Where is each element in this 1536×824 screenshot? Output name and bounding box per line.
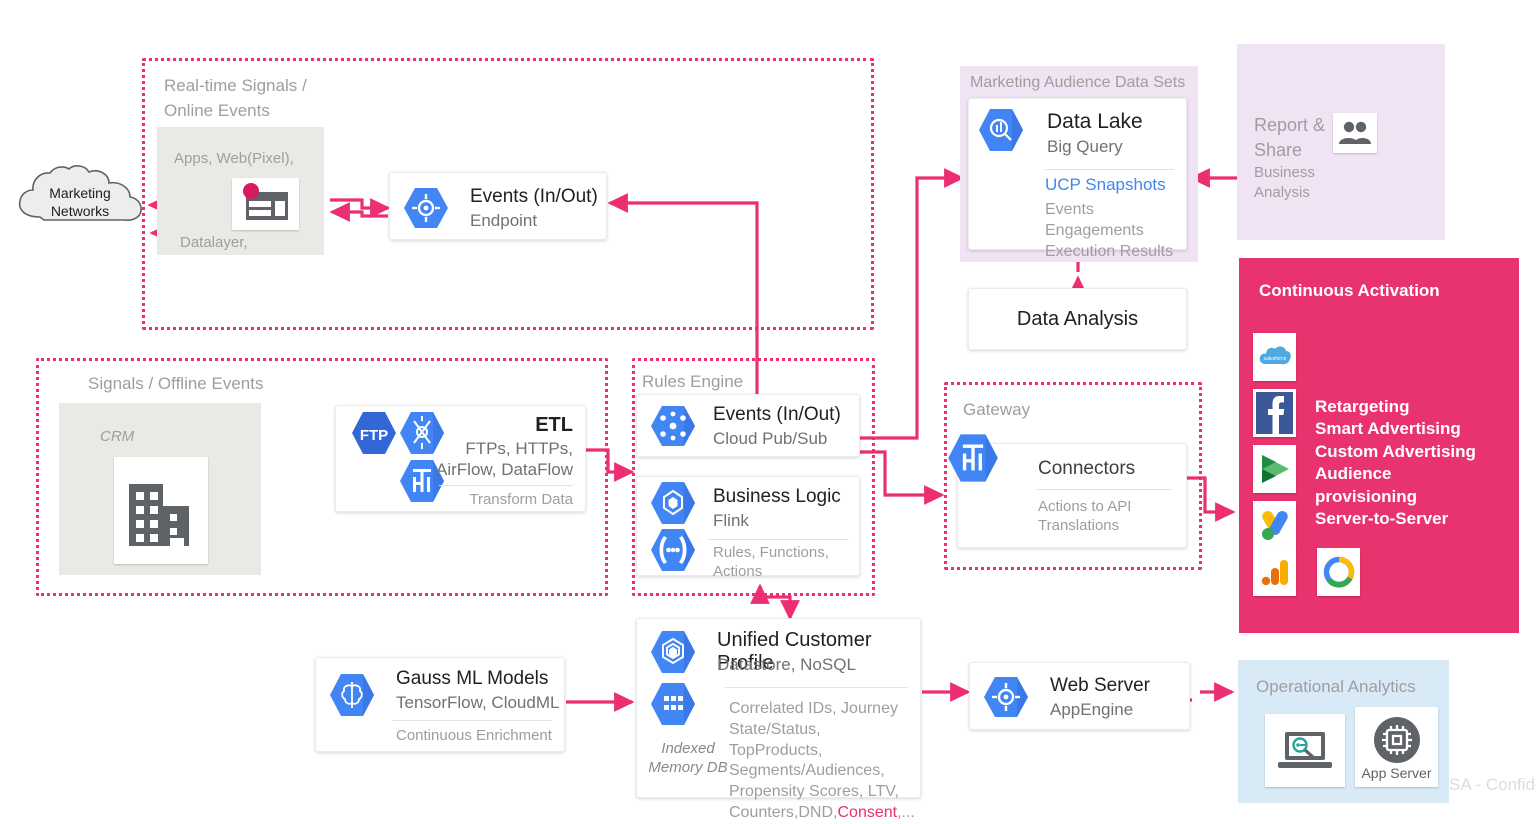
cloud-label: Marketing Networks: [49, 185, 111, 219]
card-events-endpoint-sub: Endpoint: [470, 211, 538, 230]
group-realtime-signals-title: Real-time Signals / Online Events: [164, 76, 307, 120]
card-ucp-divider: [725, 687, 908, 688]
card-ucp-note: Correlated IDs, Journey State/Status, To…: [729, 699, 915, 824]
card-data-lake-divider: [1045, 169, 1174, 170]
card-data-analysis-title: Data Analysis: [1016, 307, 1139, 330]
card-events-endpoint[interactable]: Events (In/Out) Endpoint: [389, 172, 607, 240]
card-connectors-divider: [1036, 489, 1172, 490]
report-share-title: Report & Share: [1254, 115, 1326, 160]
group-gateway-title: Gateway: [963, 400, 1031, 419]
svg-text:salesforce: salesforce: [1263, 356, 1286, 362]
container-hex-icon: [649, 480, 697, 526]
online-sources-bottom-label: Datalayer,: [180, 234, 248, 251]
card-etl-sub: FTPs, HTTPs, AirFlow, DataFlow: [436, 439, 573, 480]
app-server-label: App Server: [1361, 765, 1432, 781]
card-etl[interactable]: FTP ETL FTPs, HTTPs, AirFlow, DataFlow T…: [335, 405, 586, 512]
google-analytics-icon[interactable]: [1253, 548, 1296, 596]
display-video-icon[interactable]: [1253, 445, 1296, 493]
card-web-server-sub: AppEngine: [1050, 700, 1134, 719]
crm-label: CRM: [100, 428, 135, 445]
google-ads-icon[interactable]: [1253, 501, 1296, 549]
card-business-logic-divider: [709, 539, 849, 540]
card-data-lake-link[interactable]: UCP Snapshots: [1045, 175, 1166, 195]
card-data-lake-note: Events Engagements Execution Results: [1045, 201, 1174, 261]
card-gauss-ml-sub: TensorFlow, CloudML: [396, 693, 560, 712]
group-offline-signals-title: Signals / Offline Events: [88, 374, 264, 393]
card-connectors-note: Actions to API Translations: [1038, 498, 1132, 535]
card-ucp-side-label: Indexed Memory DB: [648, 740, 728, 777]
card-web-server[interactable]: Web Server AppEngine: [969, 662, 1190, 730]
facebook-icon[interactable]: [1253, 389, 1296, 437]
card-ucp-note-pre: Correlated IDs, Journey State/Status, To…: [729, 700, 899, 821]
card-gauss-ml[interactable]: Gauss ML Models TensorFlow, CloudML Cont…: [315, 657, 565, 752]
card-web-server-title: Web Server: [1050, 675, 1150, 696]
card-business-logic-title: Business Logic: [713, 486, 841, 507]
laptop-search-icon[interactable]: [1265, 714, 1345, 787]
card-business-logic[interactable]: Business Logic Flink Rules, Functions, A…: [636, 476, 860, 580]
pubsub-hex-icon: [649, 404, 697, 448]
card-ucp-sub: Datastore, NoSQL: [717, 655, 856, 674]
card-events-endpoint-title: Events (In/Out): [470, 186, 598, 207]
card-events-pubsub-sub: Cloud Pub/Sub: [713, 429, 828, 448]
campaign-manager-icon[interactable]: [1317, 548, 1360, 596]
functions-hex-icon: [649, 527, 697, 573]
card-etl-title: ETL: [535, 414, 573, 436]
group-rules-engine-title: Rules Engine: [642, 372, 744, 391]
online-sources-top-label: Apps, Web(Pixel),: [174, 150, 294, 167]
audience-data-sets-title: Marketing Audience Data Sets: [970, 74, 1186, 91]
card-data-analysis[interactable]: Data Analysis: [968, 288, 1187, 350]
card-unified-customer-profile[interactable]: Indexed Memory DB Unified Customer Profi…: [636, 618, 921, 821]
datastore-hex-icon: [649, 629, 697, 675]
continuous-activation-items: Retargeting Smart Advertising Custom Adv…: [1315, 397, 1476, 529]
card-gauss-ml-note: Continuous Enrichment: [396, 727, 552, 744]
salesforce-icon[interactable]: salesforce: [1253, 333, 1296, 381]
datafusion-hex-icon: [946, 432, 1000, 484]
card-business-logic-note: Rules, Functions, Actions: [713, 544, 829, 581]
people-icon: [1333, 113, 1377, 153]
card-data-lake-title: Data Lake: [1047, 110, 1143, 133]
card-events-pubsub[interactable]: Events (In/Out) Cloud Pub/Sub: [636, 394, 860, 457]
card-data-lake[interactable]: Data Lake Big Query UCP Snapshots Events…: [968, 98, 1187, 260]
ml-hex-icon: [328, 672, 376, 718]
card-data-lake-sub: Big Query: [1047, 137, 1123, 156]
memorystore-hex-icon: [649, 681, 697, 727]
card-etl-divider: [439, 485, 573, 486]
endpoint-hex-icon: [402, 186, 450, 230]
cpu-chip-icon[interactable]: App Server: [1355, 707, 1438, 787]
web-pixel-icon: [232, 178, 299, 230]
confidential-watermark: SA - Confiden: [1449, 775, 1536, 794]
card-connectors-title: Connectors: [1038, 458, 1136, 479]
card-business-logic-sub: Flink: [713, 511, 749, 530]
marketing-networks-cloud: Marketing Networks: [10, 165, 150, 235]
card-events-pubsub-title: Events (In/Out): [713, 404, 841, 425]
ftp-hex-icon: FTP: [349, 410, 399, 456]
card-ucp-note-post: ,...: [897, 803, 915, 821]
card-gauss-ml-divider: [392, 720, 552, 721]
appengine-hex-icon: [982, 675, 1030, 719]
card-ucp-note-consent: Consent: [837, 803, 898, 821]
diagram-canvas: Marketing Networks Real-time Signals / O…: [0, 0, 1536, 821]
building-icon: [114, 457, 208, 564]
report-share-subtitle: Business Analysis: [1254, 164, 1315, 202]
card-gauss-ml-title: Gauss ML Models: [396, 668, 549, 689]
continuous-activation-title: Continuous Activation: [1259, 281, 1440, 300]
card-etl-note: Transform Data: [469, 491, 573, 508]
operational-analytics-title: Operational Analytics: [1256, 677, 1416, 696]
card-connectors[interactable]: Connectors Actions to API Translations: [948, 434, 1187, 548]
bigquery-hex-icon: [977, 107, 1025, 153]
svg-text:FTP: FTP: [360, 427, 388, 444]
